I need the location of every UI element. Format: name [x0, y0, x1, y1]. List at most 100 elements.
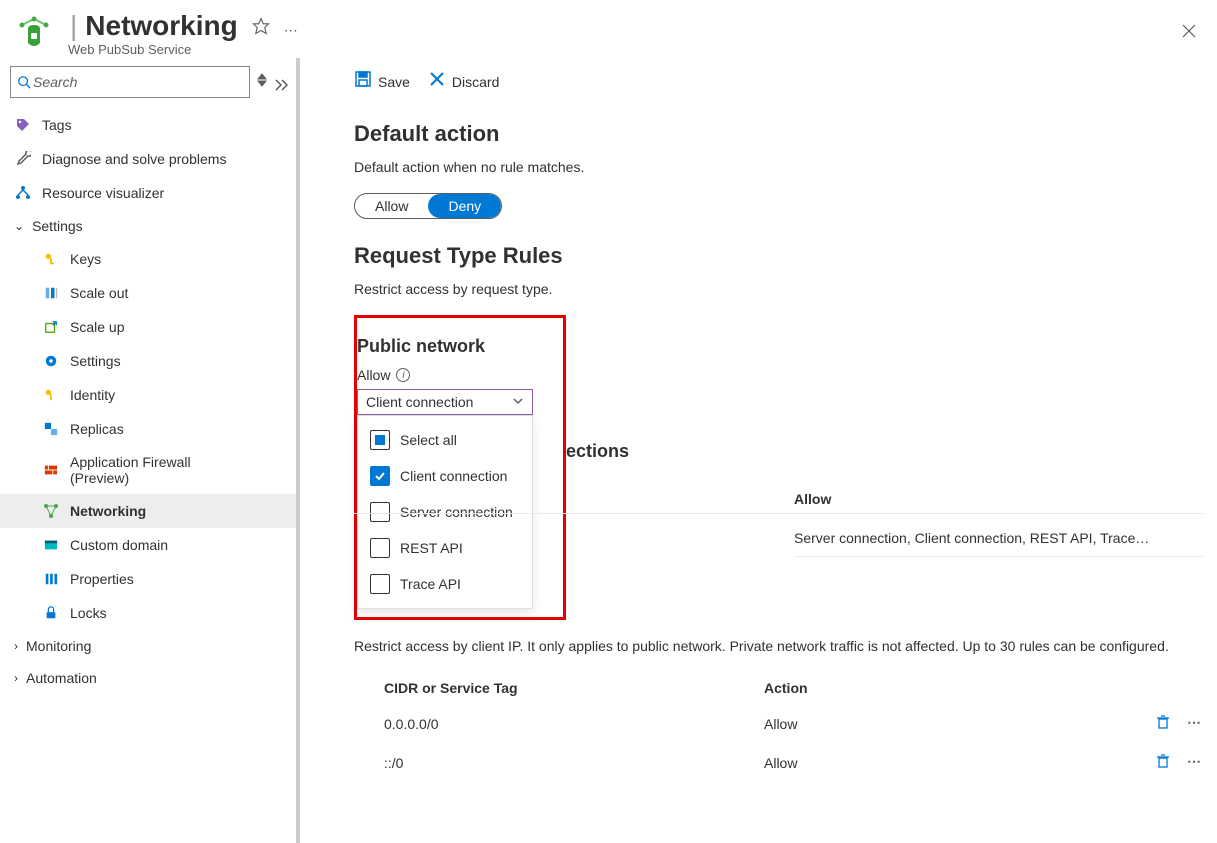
toggle-deny[interactable]: Deny: [428, 194, 501, 218]
sidebar-item-replicas[interactable]: Replicas: [0, 412, 300, 446]
tag-icon: [14, 116, 32, 134]
sidebar-group-settings[interactable]: ⌄ Settings: [0, 210, 300, 242]
label: Scale out: [70, 285, 128, 301]
sidebar-item-locks[interactable]: Locks: [0, 596, 300, 630]
save-icon: [354, 70, 372, 93]
checkbox-empty-icon: [370, 502, 390, 522]
identity-icon: [42, 386, 60, 404]
dropdown-server-connection[interactable]: Server connection: [358, 494, 532, 530]
domain-icon: [42, 536, 60, 554]
search-input[interactable]: [31, 73, 243, 91]
toggle-allow[interactable]: Allow: [355, 194, 428, 218]
request-type-rules-desc: Restrict access by request type.: [354, 281, 1207, 297]
action-header: Action: [764, 680, 1144, 696]
allow-row-value: Server connection, Client connection, RE…: [794, 530, 1204, 557]
label: Locks: [70, 605, 107, 621]
checkbox-partial-icon: [370, 430, 390, 450]
label: Trace API: [400, 576, 461, 592]
close-icon[interactable]: [1181, 23, 1197, 44]
chevron-down-icon: ⌄: [14, 219, 24, 233]
allow-column-header: Allow: [794, 491, 831, 507]
combo-value: Client connection: [366, 394, 473, 410]
more-icon[interactable]: ⋯: [1187, 753, 1203, 772]
service-icon: [16, 15, 52, 51]
sidebar-item-scale-out[interactable]: Scale out: [0, 276, 300, 310]
scale-out-icon: [42, 284, 60, 302]
search-icon: [17, 75, 31, 89]
label: Keys: [70, 251, 101, 267]
label: Discard: [452, 74, 499, 90]
label: Scale up: [70, 319, 124, 335]
more-icon[interactable]: ⋯: [284, 22, 300, 39]
label: Identity: [70, 387, 115, 403]
properties-icon: [42, 570, 60, 588]
label: Save: [378, 74, 410, 90]
label: Server connection: [400, 504, 513, 520]
key-icon: [42, 250, 60, 268]
label: Custom domain: [70, 537, 168, 553]
dropdown-rest-api[interactable]: REST API: [358, 530, 532, 566]
chevron-down-icon: [512, 394, 524, 410]
sidebar-item-settings[interactable]: Settings: [0, 344, 300, 378]
label: Tags: [42, 117, 72, 133]
collapse-sidebar-icon[interactable]: [274, 73, 290, 92]
dropdown-client-connection[interactable]: Client connection: [358, 458, 532, 494]
label: Diagnose and solve problems: [42, 151, 226, 167]
delete-icon[interactable]: [1155, 753, 1171, 772]
visualizer-icon: [14, 184, 32, 202]
sidebar-item-tags[interactable]: Tags: [0, 108, 300, 142]
label: Client connection: [400, 468, 507, 484]
default-action-desc: Default action when no rule matches.: [354, 159, 1207, 175]
star-icon[interactable]: [252, 17, 270, 38]
chevron-right-icon: ›: [14, 639, 18, 653]
default-action-toggle[interactable]: Allow Deny: [354, 193, 502, 219]
label: REST API: [400, 540, 463, 556]
allow-label: Allow: [357, 367, 390, 383]
allow-combo[interactable]: Client connection: [357, 389, 533, 415]
sidebar-item-properties[interactable]: Properties: [0, 562, 300, 596]
action-value: Allow: [764, 716, 1064, 732]
sidebar-item-identity[interactable]: Identity: [0, 378, 300, 412]
label: Application Firewall (Preview): [70, 454, 240, 486]
gear-icon: [42, 352, 60, 370]
more-icon[interactable]: ⋯: [1187, 714, 1203, 733]
checkbox-empty-icon: [370, 574, 390, 594]
sort-icon[interactable]: [256, 72, 268, 93]
sidebar-item-keys[interactable]: Keys: [0, 242, 300, 276]
sidebar-item-app-firewall[interactable]: Application Firewall (Preview): [0, 446, 300, 494]
cidr-value: ::/0: [384, 755, 764, 771]
scale-up-icon: [42, 318, 60, 336]
page-title: Networking: [85, 10, 237, 42]
cidr-value: 0.0.0.0/0: [384, 716, 764, 732]
sidebar-item-diagnose[interactable]: Diagnose and solve problems: [0, 142, 300, 176]
dropdown-trace-api[interactable]: Trace API: [358, 566, 532, 602]
sidebar-item-custom-domain[interactable]: Custom domain: [0, 528, 300, 562]
dropdown-select-all[interactable]: Select all: [358, 422, 532, 458]
sidebar-item-networking[interactable]: Networking: [0, 494, 300, 528]
sidebar-item-scale-up[interactable]: Scale up: [0, 310, 300, 344]
firewall-icon: [42, 461, 60, 479]
hidden-connections-text: ections: [566, 441, 629, 462]
discard-button[interactable]: Discard: [428, 70, 499, 93]
info-icon[interactable]: i: [396, 368, 410, 382]
sidebar-group-automation[interactable]: › Automation: [0, 662, 300, 694]
label: Networking: [70, 503, 146, 519]
ip-rule-row: 0.0.0.0/0 Allow ⋯: [354, 704, 1207, 743]
label: Automation: [26, 670, 97, 686]
default-action-title: Default action: [354, 121, 1207, 147]
service-subtitle: Web PubSub Service: [68, 42, 300, 57]
save-button[interactable]: Save: [354, 70, 410, 93]
request-type-rules-title: Request Type Rules: [354, 243, 1207, 269]
ip-rule-row: ::/0 Allow ⋯: [354, 743, 1207, 782]
label: Resource visualizer: [42, 185, 164, 201]
label: Select all: [400, 432, 457, 448]
highlight-box: Public network Allow i Client connection: [354, 315, 566, 620]
wrench-icon: [14, 150, 32, 168]
sidebar-group-monitoring[interactable]: › Monitoring: [0, 630, 300, 662]
action-value: Allow: [764, 755, 1064, 771]
sidebar-item-resource-visualizer[interactable]: Resource visualizer: [0, 176, 300, 210]
delete-icon[interactable]: [1155, 714, 1171, 733]
label: Properties: [70, 571, 134, 587]
search-input-wrapper[interactable]: [10, 66, 250, 98]
title-separator: |: [70, 10, 77, 42]
